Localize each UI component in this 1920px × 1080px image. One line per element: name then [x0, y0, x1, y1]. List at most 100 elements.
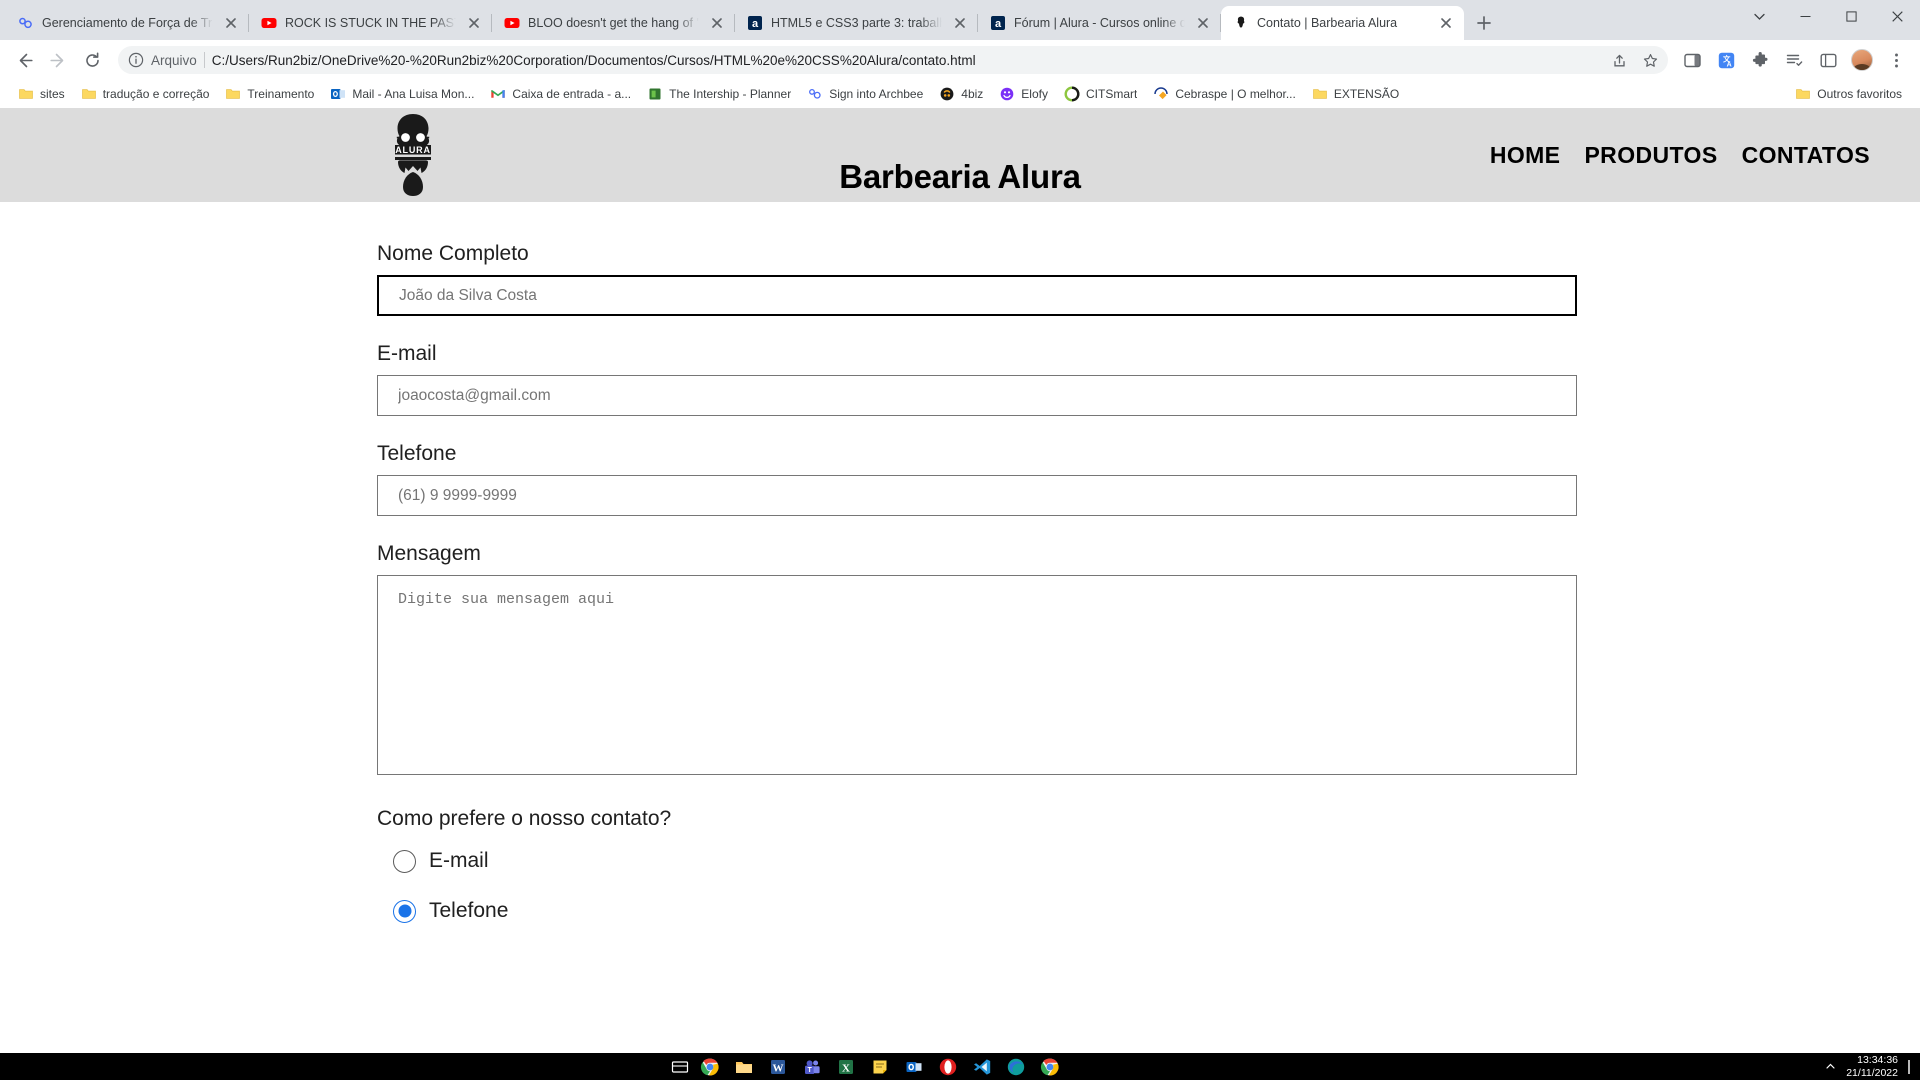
- word-icon[interactable]: W: [768, 1057, 788, 1077]
- folder-icon: [18, 86, 34, 102]
- browser-tab[interactable]: ROCK IS STUCK IN THE PAST (a: [249, 6, 492, 40]
- bookmark-item[interactable]: Elofy: [991, 83, 1056, 105]
- task-view-icon[interactable]: [670, 1057, 690, 1077]
- opera-icon[interactable]: [938, 1057, 958, 1077]
- tab-strip: Gerenciamento de Força de Tra ROCK IS ST…: [0, 0, 1920, 40]
- taskbar-system-tray: 13:34:36 21/11/2022: [1825, 1054, 1920, 1079]
- contact-form: Nome Completo E-mail Telefone Mensagem C: [0, 202, 1920, 923]
- new-tab-button[interactable]: [1470, 9, 1498, 37]
- input-email[interactable]: [377, 375, 1577, 416]
- close-icon[interactable]: [1436, 13, 1456, 33]
- field-nome-completo: Nome Completo: [377, 242, 1920, 316]
- bookmark-label: The Intership - Planner: [669, 86, 792, 101]
- tab-title: HTML5 e CSS3 parte 3: trabalha: [771, 16, 942, 30]
- chrome-icon-2[interactable]: [1040, 1057, 1060, 1077]
- share-icon[interactable]: [1607, 48, 1631, 72]
- close-icon[interactable]: [1193, 13, 1213, 33]
- browser-tab[interactable]: a Fórum | Alura - Cursos online d: [978, 6, 1221, 40]
- alura-icon: a: [747, 15, 763, 31]
- radio-button-email[interactable]: [393, 849, 416, 873]
- extensions-puzzle-icon[interactable]: [1744, 44, 1776, 76]
- svg-text:A: A: [1726, 61, 1731, 68]
- bookmark-label: tradução e correção: [102, 86, 210, 101]
- browser-tab-active[interactable]: Contato | Barbearia Alura: [1221, 6, 1464, 40]
- radio-option-email[interactable]: E-mail: [377, 849, 1920, 873]
- browser-tab[interactable]: BLOO doesn't get the hang of ': [492, 6, 735, 40]
- translate-icon[interactable]: 文A: [1710, 44, 1742, 76]
- folder-icon: [1795, 86, 1811, 102]
- other-bookmarks-folder[interactable]: Outros favoritos: [1787, 83, 1910, 105]
- windows-taskbar: W T X 13:34:36 21/11/2022: [0, 1053, 1920, 1080]
- forward-button[interactable]: [42, 44, 74, 76]
- teams-icon[interactable]: T: [802, 1057, 822, 1077]
- reload-button[interactable]: [76, 44, 108, 76]
- tab-title: Fórum | Alura - Cursos online d: [1014, 16, 1185, 30]
- clock-time: 13:34:36: [1857, 1054, 1898, 1067]
- reading-list-icon[interactable]: [1778, 44, 1810, 76]
- clock-date: 21/11/2022: [1846, 1066, 1898, 1079]
- bookmark-label: sites: [40, 86, 65, 101]
- bookmark-label: Cebraspe | O melhor...: [1175, 86, 1296, 101]
- input-nome-completo[interactable]: [377, 275, 1577, 316]
- bookmark-item[interactable]: Cebraspe | O melhor...: [1145, 83, 1304, 105]
- nav-link-home[interactable]: HOME: [1490, 142, 1561, 169]
- minimize-button[interactable]: [1782, 0, 1828, 32]
- bookmark-label: 4biz: [961, 86, 984, 101]
- bookmark-item[interactable]: 4biz: [931, 83, 991, 105]
- profile-avatar[interactable]: [1846, 44, 1878, 76]
- browser-tab[interactable]: a HTML5 e CSS3 parte 3: trabalha: [735, 6, 978, 40]
- tab-title: Contato | Barbearia Alura: [1257, 16, 1398, 30]
- chevron-up-icon[interactable]: [1825, 1061, 1836, 1072]
- chrome-menu-icon[interactable]: [1880, 44, 1912, 76]
- bookmark-item[interactable]: Treinamento: [217, 83, 322, 105]
- sidepanel-icon[interactable]: [1676, 44, 1708, 76]
- close-icon[interactable]: [950, 13, 970, 33]
- close-window-button[interactable]: [1874, 0, 1920, 32]
- sticky-notes-icon[interactable]: [870, 1057, 890, 1077]
- alura-icon: a: [990, 15, 1006, 31]
- radio-label-email: E-mail: [429, 849, 489, 872]
- svg-text:T: T: [808, 1067, 813, 1074]
- browser-tab[interactable]: Gerenciamento de Força de Tra: [6, 6, 249, 40]
- avatar: [1851, 49, 1873, 71]
- bookmark-item[interactable]: Caixa de entrada - a...: [482, 83, 639, 105]
- tab-title: Gerenciamento de Força de Tra: [42, 16, 213, 30]
- maximize-button[interactable]: [1828, 0, 1874, 32]
- svg-text:W: W: [773, 1062, 784, 1074]
- close-icon[interactable]: [707, 13, 727, 33]
- split-panel-icon[interactable]: [1812, 44, 1844, 76]
- radio-option-telefone[interactable]: Telefone: [377, 899, 1920, 923]
- bookmark-item[interactable]: Sign into Archbee: [799, 83, 931, 105]
- site-header: ALURA Barbearia Alura HOME PRODUTOS CONT…: [0, 108, 1920, 202]
- bookmark-item[interactable]: tradução e correção: [73, 83, 218, 105]
- folder-icon: [225, 86, 241, 102]
- edge-icon[interactable]: [1006, 1057, 1026, 1077]
- chrome-icon[interactable]: [700, 1057, 720, 1077]
- chevron-down-icon[interactable]: [1736, 0, 1782, 32]
- nav-link-produtos[interactable]: PRODUTOS: [1584, 142, 1717, 169]
- close-icon[interactable]: [464, 13, 484, 33]
- bookmark-item[interactable]: sites: [10, 83, 73, 105]
- outlook-icon[interactable]: [904, 1057, 924, 1077]
- back-button[interactable]: [8, 44, 40, 76]
- taskbar-clock[interactable]: 13:34:36 21/11/2022: [1846, 1054, 1898, 1078]
- bookmark-item[interactable]: EXTENSÃO: [1304, 83, 1407, 105]
- file-explorer-icon[interactable]: [734, 1057, 754, 1077]
- bookmark-item[interactable]: CITSmart: [1056, 83, 1145, 105]
- bookmark-item[interactable]: Mail - Ana Luisa Mon...: [322, 83, 482, 105]
- address-bar[interactable]: Arquivo C:/Users/Run2biz/OneDrive%20-%20…: [118, 46, 1668, 74]
- input-telefone[interactable]: [377, 475, 1577, 516]
- info-icon[interactable]: [128, 52, 144, 68]
- nav-link-contatos[interactable]: CONTATOS: [1742, 142, 1870, 169]
- bookmark-label: Treinamento: [247, 86, 315, 101]
- vscode-icon[interactable]: [972, 1057, 992, 1077]
- textarea-mensagem[interactable]: [377, 575, 1577, 775]
- field-email: E-mail: [377, 342, 1920, 416]
- close-icon[interactable]: [221, 13, 241, 33]
- radio-button-telefone[interactable]: [393, 899, 416, 923]
- bookmark-item[interactable]: The Intership - Planner: [639, 83, 799, 105]
- elofy-icon: [999, 86, 1015, 102]
- bookmark-star-icon[interactable]: [1638, 48, 1662, 72]
- taskbar-apps: W T X: [700, 1057, 1060, 1077]
- excel-icon[interactable]: X: [836, 1057, 856, 1077]
